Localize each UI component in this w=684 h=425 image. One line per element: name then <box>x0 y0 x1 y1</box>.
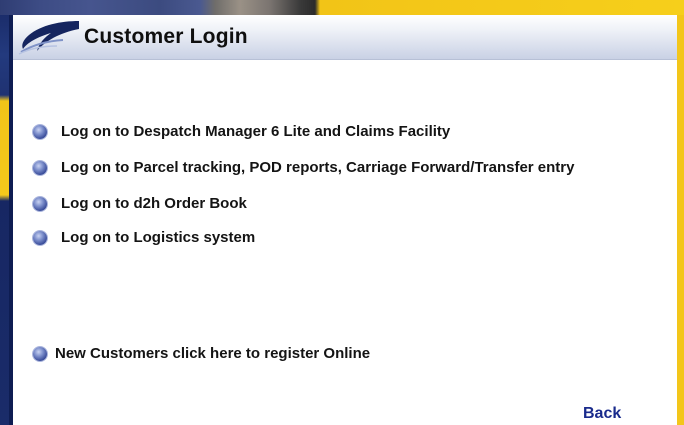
left-border <box>0 15 13 425</box>
d2h-order-book-login-link[interactable]: Log on to d2h Order Book <box>61 195 247 213</box>
login-options-list: Log on to Despatch Manager 6 Lite and Cl… <box>33 123 574 265</box>
list-item[interactable]: Log on to Logistics system <box>33 229 574 265</box>
right-border <box>677 15 684 425</box>
register-online-item[interactable]: New Customers click here to register Onl… <box>33 345 370 363</box>
despatch-manager-login-link[interactable]: Log on to Despatch Manager 6 Lite and Cl… <box>61 123 450 141</box>
list-item[interactable]: Log on to Parcel tracking, POD reports, … <box>33 159 574 195</box>
logistics-system-login-link[interactable]: Log on to Logistics system <box>61 229 255 247</box>
bullet-icon <box>33 197 47 211</box>
page-title: Customer Login <box>84 25 248 48</box>
panel-header: Customer Login <box>13 15 677 60</box>
bullet-icon <box>33 125 47 139</box>
parcel-tracking-login-link[interactable]: Log on to Parcel tracking, POD reports, … <box>61 159 574 177</box>
bullet-icon <box>33 231 47 245</box>
customer-login-panel: Customer Login Log on to Despatch Manage… <box>13 15 677 425</box>
top-banner-strip <box>0 0 684 15</box>
bullet-icon <box>33 161 47 175</box>
swoosh-logo-icon <box>18 21 79 55</box>
list-item[interactable]: Log on to d2h Order Book <box>33 195 574 229</box>
register-online-link[interactable]: New Customers click here to register Onl… <box>55 345 370 363</box>
bullet-icon <box>33 347 47 361</box>
list-item[interactable]: Log on to Despatch Manager 6 Lite and Cl… <box>33 123 574 159</box>
back-link[interactable]: Back <box>583 405 621 423</box>
